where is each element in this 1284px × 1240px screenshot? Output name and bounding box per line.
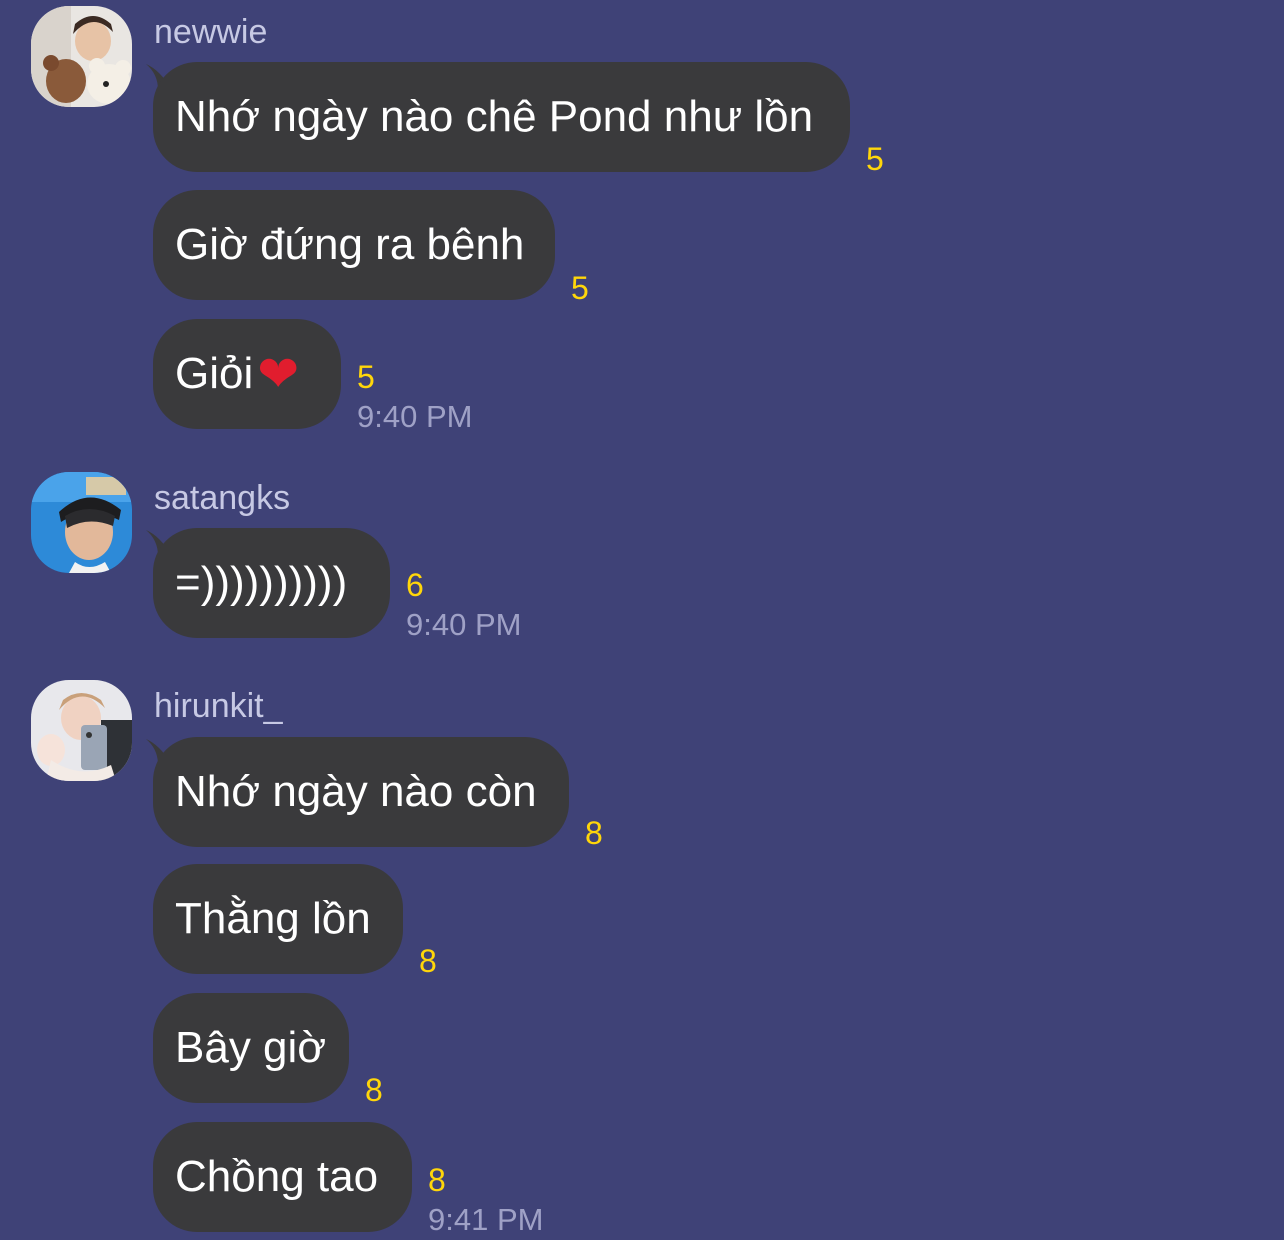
message-bubble[interactable]: Giỏi❤ — [153, 319, 341, 429]
sender-name-hirunkit: hirunkit_ — [154, 687, 283, 725]
avatar-hirunkit[interactable] — [31, 680, 132, 781]
message-text: Giỏi — [175, 349, 254, 398]
message-bubble[interactable]: Giờ đứng ra bênh — [153, 190, 555, 300]
sender-name-satangks: satangks — [154, 479, 291, 517]
read-count: 5 — [866, 141, 884, 177]
message-text: Thằng lồn — [175, 894, 371, 943]
read-count: 5 — [571, 270, 589, 306]
read-count: 8 — [419, 943, 437, 979]
timestamp: 9:41 PM — [428, 1202, 544, 1237]
message-text: Bây giờ — [175, 1023, 327, 1072]
message-text: Nhớ ngày nào còn — [175, 767, 537, 816]
message-text: =)))))))))) — [175, 558, 348, 607]
read-count: 5 — [357, 359, 375, 395]
read-count: 6 — [406, 567, 424, 603]
message-bubble[interactable]: Chồng tao — [153, 1122, 412, 1232]
avatar-newwie[interactable] — [31, 6, 132, 107]
timestamp: 9:40 PM — [357, 399, 473, 434]
heart-emoji-icon: ❤ — [257, 346, 300, 402]
avatar-satangks[interactable] — [31, 472, 132, 573]
message-text: Giờ đứng ra bênh — [175, 220, 525, 269]
read-count: 8 — [585, 815, 603, 851]
sender-name-newwie: newwie — [154, 13, 268, 51]
read-count: 8 — [365, 1072, 383, 1108]
message-bubble[interactable]: =)))))))))) — [153, 528, 390, 638]
message-bubble[interactable]: Nhớ ngày nào chê Pond như lồn — [153, 62, 850, 172]
message-text: Chồng tao — [175, 1152, 379, 1201]
message-bubble[interactable]: Thằng lồn — [153, 864, 403, 974]
timestamp: 9:40 PM — [406, 607, 522, 642]
message-bubble[interactable]: Bây giờ — [153, 993, 349, 1103]
read-count: 8 — [428, 1162, 446, 1198]
message-bubble[interactable]: Nhớ ngày nào còn — [153, 737, 569, 847]
message-text: Nhớ ngày nào chê Pond như lồn — [175, 92, 814, 141]
